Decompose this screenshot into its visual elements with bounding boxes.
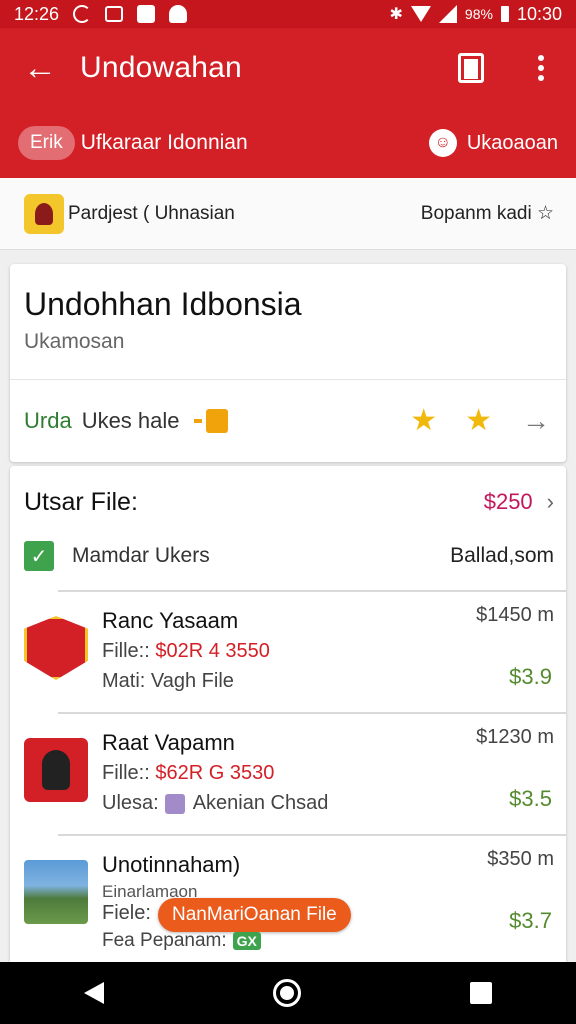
- section-header[interactable]: Utsar File: $250 ›: [24, 484, 554, 520]
- nav-home-icon[interactable]: [272, 979, 301, 1007]
- bluetooth-icon: ✱: [389, 6, 403, 23]
- card-title: Undohhan Idbonsia: [24, 286, 302, 322]
- garuda-emblem-icon: [24, 193, 64, 234]
- nav-recents-icon[interactable]: [469, 982, 492, 1004]
- item-file-label: Fiele:: [102, 902, 151, 924]
- more-vert-icon: [538, 55, 544, 81]
- battery-percent: 98%: [464, 6, 493, 22]
- wifi-icon: [410, 6, 431, 22]
- checkbox-row[interactable]: ✓ Mamdar Ukers Ballad,som: [24, 536, 554, 576]
- nav-back-icon[interactable]: [84, 982, 105, 1004]
- item-file-value: $62R G 3530: [155, 762, 275, 784]
- item-amount: $3.7: [509, 908, 552, 933]
- card-subtitle: Ukamosan: [24, 330, 125, 353]
- page-title: Undowahan: [80, 51, 242, 84]
- item-meta: Fea Pepanam: GX: [102, 930, 261, 952]
- item-meta: Ulesa: Akenian Chsad: [102, 792, 329, 814]
- system-nav-bar: [0, 962, 576, 1024]
- overflow-menu-button[interactable]: [506, 28, 576, 108]
- item-meta: Mati: Vagh File: [102, 670, 234, 692]
- chevron-right-icon: ›: [546, 489, 554, 514]
- files-section: Utsar File: $250 › ✓ Mamdar Ukers Ballad…: [10, 466, 566, 966]
- summary-card: Undohhan Idbonsia Ukamosan Urda Ukes hal…: [10, 264, 566, 462]
- section-title: Utsar File:: [24, 487, 138, 516]
- file-action-pill[interactable]: NanMariOanan File: [158, 898, 351, 932]
- item-file-line: Fille:: $62R G 3530: [102, 762, 275, 784]
- gx-badge: GX: [232, 932, 261, 950]
- profile-link[interactable]: ☺ Ukaoaoan: [428, 129, 558, 157]
- sub-header: Erik Ufkaraar Idonnian ☺ Ukaoaoan: [0, 108, 576, 178]
- item-amount: $3.9: [509, 664, 552, 689]
- info-bar: Pardjest ( Uhnasian Bopanm kadi ☆: [0, 178, 576, 250]
- person-thumbnail: [24, 738, 88, 802]
- profile-label: Ukaoaoan: [466, 131, 558, 154]
- dice-icon: [164, 793, 185, 814]
- item-amount: $3.5: [509, 786, 552, 811]
- item-price: $1450 m: [476, 604, 554, 626]
- rating: ★ ★: [410, 406, 492, 436]
- info-bar-label: Pardjest ( Uhnasian: [68, 202, 235, 224]
- checkbox-label: Mamdar Ukers: [72, 544, 210, 567]
- status-bar: 12:26 ✱ 98% 10:30: [0, 0, 576, 28]
- status-time: 12:26: [14, 3, 60, 24]
- filter-chip[interactable]: Erik: [18, 126, 75, 160]
- list-item[interactable]: Unotinnaham) $350 m Einarlamaon Fiele: N…: [10, 834, 566, 952]
- item-title: Unotinnaham): [102, 852, 241, 877]
- bag-notification-icon: [169, 5, 188, 23]
- star-icon: ★: [465, 404, 492, 437]
- divider: [58, 834, 566, 836]
- summary-row[interactable]: Urda Ukes hale ★ ★ →: [24, 380, 550, 462]
- section-price: $250: [483, 489, 533, 514]
- landscape-thumbnail: [24, 860, 88, 924]
- shield-notification-icon: [137, 5, 156, 23]
- battery-icon: [500, 6, 509, 22]
- signal-icon: [438, 5, 457, 23]
- status-clock: 10:30: [516, 3, 562, 24]
- favorite-link[interactable]: Bopanm kadi ☆: [421, 202, 554, 225]
- summary-label: Ukes hale: [81, 408, 180, 433]
- item-file-line: Fille:: $02R 4 3550: [102, 640, 270, 662]
- app-bar: ← Undowahan: [0, 28, 576, 108]
- checkbox-right-text: Ballad,som: [450, 544, 554, 567]
- chart-notification-icon: [105, 6, 124, 22]
- item-price: $350 m: [487, 848, 554, 870]
- crest-thumbnail: [24, 616, 88, 680]
- list-item[interactable]: Ranc Yasaam $1450 m Fille:: $02R 4 3550 …: [10, 590, 566, 708]
- tag-icon: [193, 407, 230, 435]
- divider: [58, 590, 566, 592]
- item-price: $1230 m: [476, 726, 554, 748]
- arrow-right-icon[interactable]: →: [522, 405, 550, 437]
- back-button[interactable]: ←: [0, 28, 80, 108]
- item-file-value: $02R 4 3550: [155, 640, 270, 662]
- smiley-icon: ☺: [428, 129, 457, 157]
- arrow-left-icon: ←: [23, 48, 57, 87]
- book-icon: [458, 53, 484, 83]
- sub-header-text: Ufkaraar Idonnian: [80, 131, 248, 154]
- bookmark-button[interactable]: [436, 28, 506, 108]
- list-item[interactable]: Raat Vapamn $1230 m Fille:: $62R G 3530 …: [10, 712, 566, 830]
- status-label: Urda: [24, 408, 72, 433]
- item-title: Raat Vapamn: [102, 730, 235, 755]
- divider: [58, 712, 566, 714]
- sync-icon: [73, 5, 92, 23]
- checkbox-checked-icon[interactable]: ✓: [24, 541, 54, 571]
- star-icon: ★: [410, 404, 438, 437]
- item-title: Ranc Yasaam: [102, 608, 239, 633]
